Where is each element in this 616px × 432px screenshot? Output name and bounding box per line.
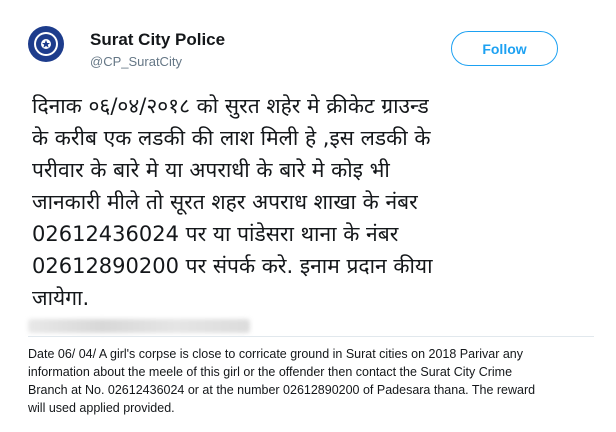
tweet-text-line: परीवार के बारे मे या अपराधी के बारे मे क…	[32, 158, 390, 182]
translation-line: information about the meele of this girl…	[28, 365, 513, 379]
tweet-text-line: 02612436024 पर या पांडेसरा थाना के नंबर	[32, 222, 399, 246]
blurred-translation-header	[28, 319, 250, 333]
tweet-text-line: के करीब एक लडकी की लाश मिली हे ,इस लडकी …	[32, 126, 431, 150]
tweet-text: दिनाक ०६/०४/२०१८ को सुरत शहेर मे क्रीकेट…	[32, 90, 592, 314]
account-handle[interactable]: @CP_SuratCity	[90, 54, 182, 69]
translation-text: Date 06/ 04/ A girl's corpse is close to…	[28, 345, 594, 417]
avatar[interactable]	[28, 26, 64, 62]
tweet-text-line: जायेगा.	[32, 286, 90, 310]
translation-line: Date 06/ 04/ A girl's corpse is close to…	[28, 347, 524, 361]
translation-line: will used applied provided.	[28, 401, 175, 415]
tweet-text-line: 02612890200 पर संपर्क करे. इनाम प्रदान क…	[32, 254, 433, 278]
police-badge-icon	[34, 32, 58, 56]
account-name[interactable]: Surat City Police	[90, 30, 225, 50]
translation-line: Branch at No. 02612436024 or at the numb…	[28, 383, 536, 397]
tweet-text-line: दिनाक ०६/०४/२०१८ को सुरत शहेर मे क्रीकेट…	[32, 94, 429, 118]
translation-divider	[28, 336, 594, 337]
tweet-text-line: जानकारी मीले तो सूरत शहर अपराध शाखा के न…	[32, 190, 418, 214]
follow-button[interactable]: Follow	[451, 31, 558, 66]
